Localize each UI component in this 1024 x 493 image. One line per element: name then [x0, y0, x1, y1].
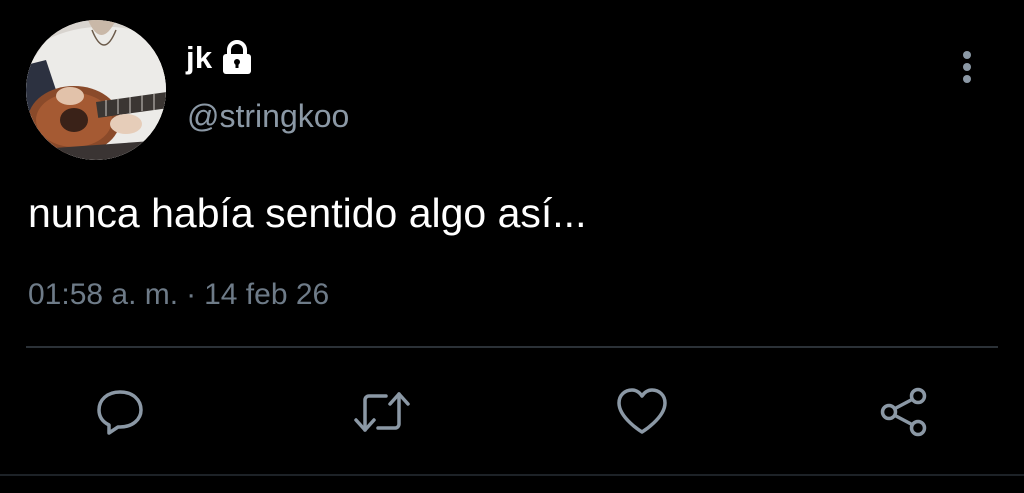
tweet-container: jk @stringkoo nunca había sentido algo a…: [0, 0, 1024, 493]
tweet-date: 14 feb 26: [204, 278, 330, 311]
avatar-image: [26, 20, 166, 160]
like-button[interactable]: [612, 384, 672, 440]
display-name-row: jk: [186, 38, 256, 78]
avatar[interactable]: [26, 20, 166, 160]
user-handle[interactable]: @stringkoo: [187, 98, 349, 135]
retweet-arrows-icon: [354, 392, 410, 432]
retweet-button[interactable]: [352, 384, 412, 440]
heart-icon: [617, 388, 667, 434]
meta-separator: ·: [186, 278, 197, 311]
share-nodes-icon: [880, 387, 927, 437]
divider: [26, 346, 998, 348]
more-vertical-icon: [963, 51, 971, 83]
reply-button[interactable]: [90, 384, 150, 440]
bottom-divider: [0, 474, 1024, 476]
more-options-button[interactable]: [952, 46, 982, 88]
share-button[interactable]: [874, 384, 934, 440]
tweet-time: 01:58 a. m.: [28, 278, 179, 311]
tweet-text: nunca había sentido algo así...: [28, 190, 587, 236]
tweet-timestamp[interactable]: 01:58 a. m. · 14 feb 26: [28, 278, 329, 312]
speech-bubble-icon: [97, 390, 143, 435]
display-name[interactable]: jk: [186, 40, 212, 76]
lock-icon: [218, 39, 256, 77]
